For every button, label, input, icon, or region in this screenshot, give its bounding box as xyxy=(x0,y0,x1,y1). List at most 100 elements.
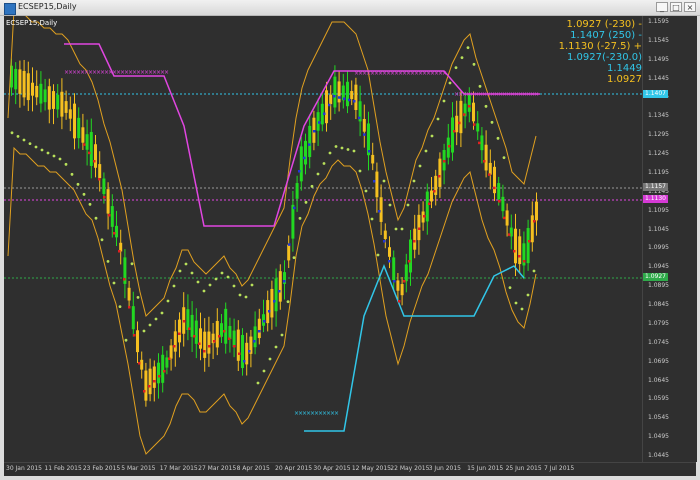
trend-marker xyxy=(358,116,361,120)
trend-marker xyxy=(448,145,451,148)
candle-body xyxy=(47,86,51,110)
sar-dot xyxy=(304,200,308,204)
candle-body xyxy=(178,319,181,343)
minimize-button[interactable]: _ xyxy=(656,2,668,12)
maximize-button[interactable]: □ xyxy=(670,2,682,12)
date-tick-label: 30 Apr 2015 xyxy=(313,465,351,472)
date-tick-label: 23 Feb 2015 xyxy=(82,465,121,472)
sar-dot xyxy=(328,151,332,155)
candle-body xyxy=(430,190,433,202)
candle-body xyxy=(152,366,156,388)
candle-body xyxy=(530,215,534,243)
sar-dot xyxy=(160,311,164,315)
trend-marker xyxy=(388,260,391,263)
trend-marker xyxy=(498,200,501,203)
candle-body xyxy=(52,91,55,109)
candle-body xyxy=(81,127,85,143)
candle-body xyxy=(501,196,505,212)
sar-dot xyxy=(256,381,260,385)
trend-marker xyxy=(368,150,371,153)
candle-body xyxy=(472,102,475,122)
candle-body xyxy=(291,204,295,239)
sar-dot xyxy=(448,81,452,85)
sar-dot xyxy=(262,369,266,373)
trend-marker xyxy=(338,96,341,99)
date-tick-label: 25 Jun 2015 xyxy=(505,465,542,472)
trend-marker xyxy=(293,206,296,210)
candle-body xyxy=(459,100,463,134)
sar-dot xyxy=(484,104,488,108)
candle-body xyxy=(85,134,89,150)
trend-marker xyxy=(288,243,291,246)
candle-body xyxy=(425,191,429,222)
trend-marker xyxy=(248,350,251,353)
trend-marker xyxy=(103,196,106,199)
sar-dot xyxy=(154,317,158,321)
candle-body xyxy=(241,334,244,369)
candle-body xyxy=(287,244,291,261)
trend-marker xyxy=(123,278,126,281)
candle-body xyxy=(350,91,354,100)
sar-dot xyxy=(322,162,326,165)
trend-marker xyxy=(273,300,276,303)
trend-marker xyxy=(473,123,476,126)
candle-body xyxy=(18,69,22,94)
trend-marker xyxy=(138,362,141,365)
sar-dot xyxy=(172,284,176,288)
price-tag: 1.1157 xyxy=(643,183,668,191)
close-button[interactable]: × xyxy=(684,2,696,12)
candle-body xyxy=(94,144,97,168)
symbol-label: ECSEP15,Daily xyxy=(6,19,58,27)
trend-marker xyxy=(323,112,326,115)
sar-dot xyxy=(40,148,44,152)
sar-dot xyxy=(502,156,506,160)
trend-marker xyxy=(343,97,346,100)
date-tick-label: 15 Jun 2015 xyxy=(467,465,504,472)
date-tick-label: 20 Apr 2015 xyxy=(275,465,313,472)
candle-body xyxy=(60,91,64,117)
sar-dot xyxy=(232,284,236,288)
price-tick-label: 1.0695 xyxy=(648,357,669,365)
price-tick-label: 1.1545 xyxy=(648,36,669,44)
trend-marker xyxy=(238,352,241,355)
candle-body xyxy=(304,140,307,165)
candle-body xyxy=(26,73,30,101)
candle-body xyxy=(375,171,379,198)
sar-dot xyxy=(424,149,428,153)
price-chart[interactable]: ×××××××××××××××××××××××××× ××××××××××××××… xyxy=(4,9,642,462)
candle-body xyxy=(526,228,530,264)
sar-dot xyxy=(346,148,350,151)
candle-body xyxy=(354,84,358,111)
trend-marker xyxy=(508,233,511,236)
trend-marker xyxy=(168,357,171,360)
price-tick-label: 1.0795 xyxy=(648,319,669,327)
price-tick-label: 1.0495 xyxy=(648,433,669,441)
candle-body xyxy=(203,331,207,358)
sar-dot xyxy=(460,56,464,60)
plot-area[interactable]: × × × × × × × × × × × × × × × × × × × × × × × × × × × × × × × × × × × × × × × ×… xyxy=(4,9,642,462)
sar-dot xyxy=(286,300,290,304)
trend-marker xyxy=(88,151,91,155)
x-marker: × xyxy=(164,69,169,76)
sar-dot xyxy=(46,151,50,155)
trend-marker xyxy=(218,335,221,338)
candle-body xyxy=(274,278,278,312)
trend-marker xyxy=(318,121,321,124)
indicator-legend: 1.0927 (-230) - 1.1407 (250) - 1.1130 (-… xyxy=(559,19,642,85)
trend-marker xyxy=(363,133,366,136)
sar-dot xyxy=(412,179,416,183)
trend-marker xyxy=(173,345,176,348)
sar-dot xyxy=(292,256,296,260)
sar-dot xyxy=(118,305,122,308)
sar-dot xyxy=(370,217,374,221)
price-tick-label: 1.1095 xyxy=(648,206,669,214)
trend-marker xyxy=(378,210,381,213)
candle-body xyxy=(400,284,404,296)
sar-dot xyxy=(442,99,446,103)
trend-marker xyxy=(153,380,156,383)
candle-body xyxy=(325,90,328,124)
sar-dot xyxy=(142,329,146,333)
sar-dot xyxy=(124,338,128,342)
legend-line: 1.0927 (-230) - xyxy=(566,19,642,30)
candle-body xyxy=(299,146,303,182)
